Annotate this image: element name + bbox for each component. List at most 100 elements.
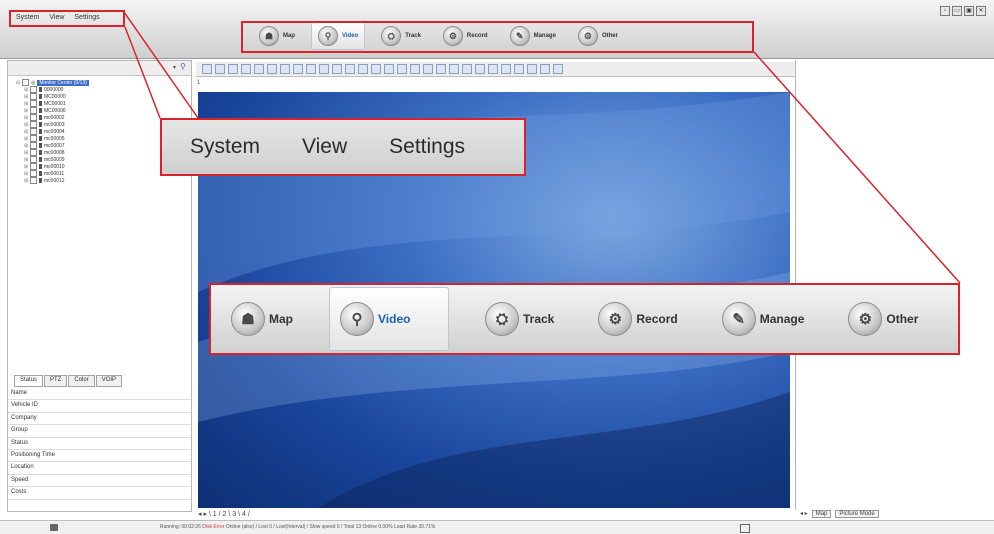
expand-icon[interactable]: ⊞ (24, 122, 28, 128)
expand-icon[interactable]: ⊞ (24, 150, 28, 156)
close-icon[interactable]: ✕ (976, 6, 986, 16)
zoom-menu-settings[interactable]: Settings (389, 135, 465, 159)
layout-button-icon[interactable] (280, 64, 290, 74)
layout-button-icon[interactable] (241, 64, 251, 74)
search-icon[interactable]: ⚲ (180, 62, 190, 72)
layout-button-icon[interactable] (410, 64, 420, 74)
device-icon (39, 94, 42, 99)
expand-icon[interactable]: ⊞ (24, 143, 28, 149)
expand-icon[interactable]: ⊞ (24, 157, 28, 163)
layout-button-icon[interactable] (475, 64, 485, 74)
layout-button-icon[interactable] (371, 64, 381, 74)
layout-button-icon[interactable] (202, 64, 212, 74)
checkbox[interactable] (30, 170, 37, 177)
checkbox[interactable] (30, 177, 37, 184)
chevron-down-icon[interactable]: ▾ (173, 64, 176, 71)
layout-button-icon[interactable] (501, 64, 511, 74)
info-row: Company (8, 413, 191, 426)
checkbox[interactable] (30, 135, 37, 142)
expand-icon[interactable]: ⊞ (24, 94, 28, 100)
tab-ptz[interactable]: PTZ (44, 375, 68, 387)
checkbox[interactable] (30, 163, 37, 170)
layout-button-icon[interactable] (423, 64, 433, 74)
zoom-nav-label: Map (269, 312, 293, 326)
expand-icon[interactable]: ⊞ (24, 115, 28, 121)
restore-icon[interactable]: ▭ (952, 6, 962, 16)
layout-button-icon[interactable] (254, 64, 264, 74)
expand-icon[interactable]: ⊞ (24, 129, 28, 135)
zoom-nav-other-button[interactable]: ⚙ Other (840, 288, 926, 350)
collapse-icon[interactable]: ⊟ (16, 80, 20, 86)
device-label: mc00004 (44, 128, 65, 135)
device-item[interactable]: ⊞ MC00001 (16, 100, 186, 107)
layout-button-icon[interactable] (436, 64, 446, 74)
checkbox[interactable] (30, 114, 37, 121)
zoom-nav-label: Video (378, 312, 411, 326)
layout-button-icon[interactable] (449, 64, 459, 74)
expand-icon[interactable]: ⊞ (24, 178, 28, 184)
expand-icon[interactable]: ⊞ (24, 87, 28, 93)
right-tabs-nav[interactable]: ◂ ▸ (800, 510, 808, 518)
tree-root[interactable]: ⊟ ◎ Monitor Center (0/13) (16, 79, 186, 86)
layout-button-icon[interactable] (345, 64, 355, 74)
checkbox[interactable] (30, 121, 37, 128)
checkbox[interactable] (30, 107, 37, 114)
device-item[interactable]: ⊞ 0000000 (16, 86, 186, 93)
device-label: mc00012 (44, 177, 65, 184)
zoom-nav-manage-button[interactable]: ✎ Manage (714, 288, 813, 350)
device-item[interactable]: ⊞ mc00012 (16, 177, 186, 184)
checkbox[interactable] (30, 149, 37, 156)
checkbox[interactable] (30, 128, 37, 135)
zoom-nav-label: Record (636, 312, 678, 326)
zoom-nav-track-button[interactable]: ⛭ Track (477, 288, 562, 350)
checkbox[interactable] (22, 79, 29, 86)
checkbox[interactable] (30, 142, 37, 149)
layout-button-icon[interactable] (293, 64, 303, 74)
layout-button-icon[interactable] (267, 64, 277, 74)
expand-icon[interactable]: ⊞ (24, 164, 28, 170)
expand-icon[interactable]: ⊞ (24, 171, 28, 177)
tree-search-bar[interactable]: ▾ ⚲ (8, 61, 191, 76)
minimize-icon[interactable]: ▫ (940, 6, 950, 16)
expand-icon[interactable]: ⊞ (24, 108, 28, 114)
tab-status[interactable]: Status (14, 375, 44, 387)
layout-button-icon[interactable] (527, 64, 537, 74)
layout-button-icon[interactable] (462, 64, 472, 74)
expand-icon[interactable]: ⊞ (24, 136, 28, 142)
layout-button-icon[interactable] (553, 64, 563, 74)
tab-map[interactable]: Map (811, 510, 832, 518)
layout-button-icon[interactable] (215, 64, 225, 74)
device-item[interactable]: ⊞ MC00000 (16, 93, 186, 100)
checkbox[interactable] (30, 93, 37, 100)
checkbox[interactable] (30, 100, 37, 107)
layout-button-icon[interactable] (514, 64, 524, 74)
tab-picture-mode[interactable]: Picture Mode (835, 510, 879, 518)
zoom-nav-map-button[interactable]: ☗ Map (223, 288, 301, 350)
layout-button-icon[interactable] (228, 64, 238, 74)
tab-voip[interactable]: VOIP (95, 375, 123, 387)
zoom-menu-view[interactable]: View (302, 135, 347, 159)
checkbox[interactable] (30, 156, 37, 163)
layout-button-icon[interactable] (306, 64, 316, 74)
layout-button-icon[interactable] (540, 64, 550, 74)
layout-button-icon[interactable] (319, 64, 329, 74)
device-label: MC00006 (44, 107, 66, 114)
layout-button-icon[interactable] (397, 64, 407, 74)
zoom-menu-system[interactable]: System (190, 135, 260, 159)
maximize-icon[interactable]: ▣ (964, 6, 974, 16)
device-icon (39, 101, 42, 106)
device-item[interactable]: ⊞ MC00006 (16, 107, 186, 114)
layout-button-icon[interactable] (488, 64, 498, 74)
device-label: mc00008 (44, 149, 65, 156)
page-tabs[interactable]: ◂ ▸ \ 1 / 2 \ 3 \ 4 / (198, 510, 250, 518)
layout-button-icon[interactable] (384, 64, 394, 74)
device-icon (39, 136, 42, 141)
tab-color[interactable]: Color (68, 375, 95, 387)
expand-icon[interactable]: ⊞ (24, 101, 28, 107)
zoom-nav-record-button[interactable]: ⚙ Record (590, 288, 685, 350)
layout-button-icon[interactable] (358, 64, 368, 74)
layout-button-icon[interactable] (332, 64, 342, 74)
device-icon (39, 178, 42, 183)
checkbox[interactable] (30, 86, 37, 93)
zoom-nav-video-button[interactable]: ⚲ Video (329, 287, 449, 351)
